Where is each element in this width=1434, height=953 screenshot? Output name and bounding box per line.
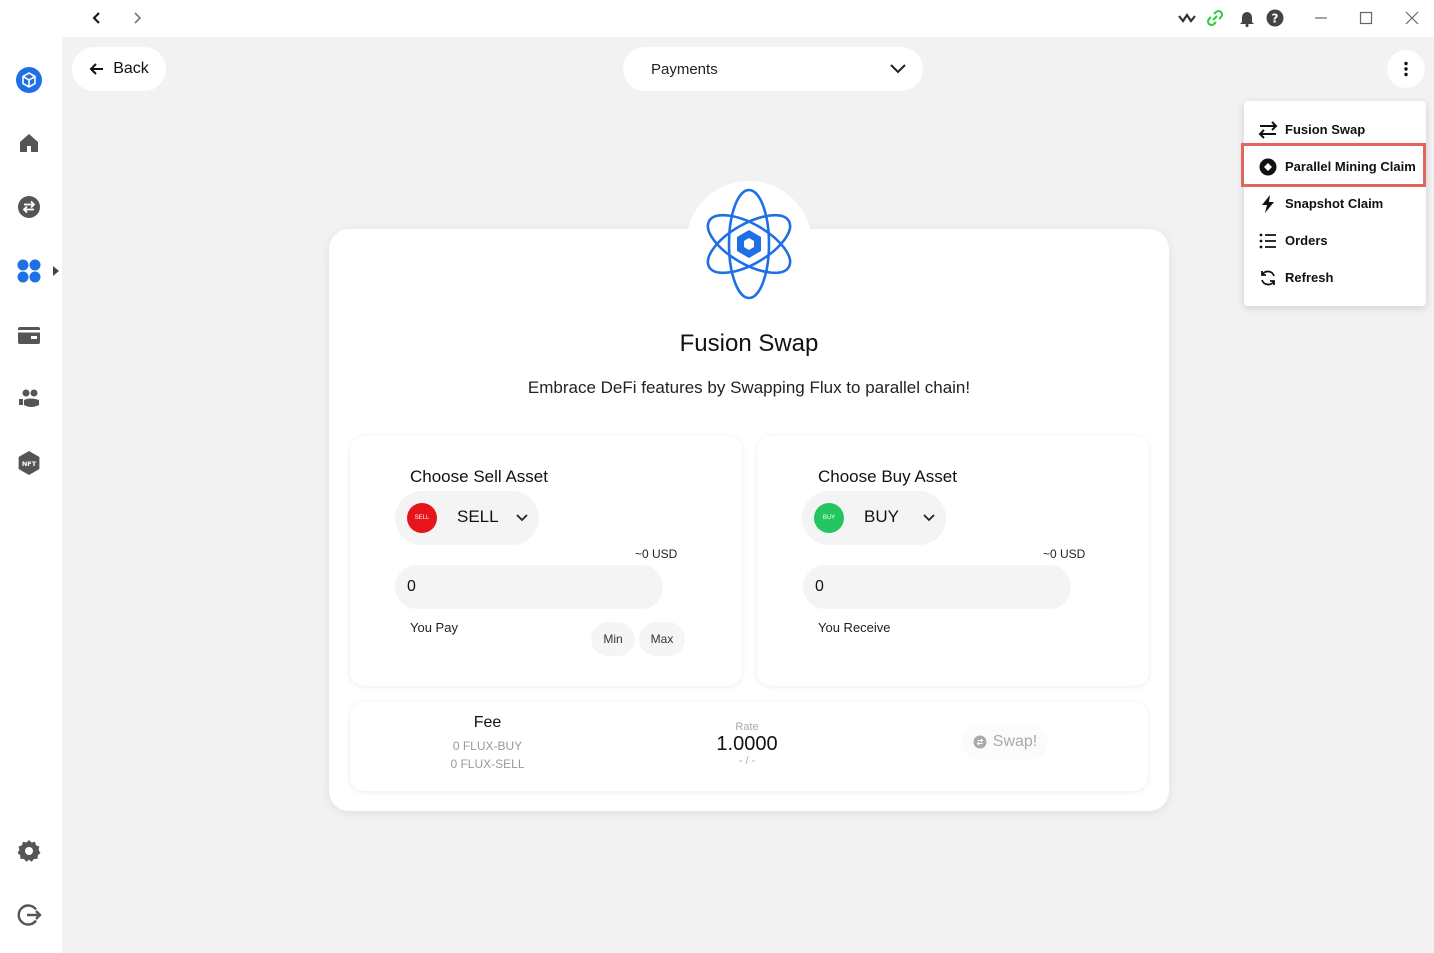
sidebar-item-settings[interactable] xyxy=(13,835,45,867)
category-select[interactable]: Payments xyxy=(623,47,923,91)
fee-sell-value: 0 FLUX-SELL xyxy=(450,757,525,771)
fee-title: Fee xyxy=(473,714,502,731)
you-pay-label: You Pay xyxy=(410,620,458,635)
bell-icon[interactable] xyxy=(1235,6,1259,30)
buy-asset-select[interactable]: BUY BUY xyxy=(802,491,946,545)
chevron-down-icon xyxy=(923,514,935,522)
back-button[interactable]: Back xyxy=(72,47,166,91)
rate-value: 1.0000 xyxy=(716,733,778,755)
menu-item-snapshot-claim[interactable]: Snapshot Claim xyxy=(1244,185,1426,222)
transfer-icon xyxy=(18,196,40,218)
sell-usd-value: ~0 USD xyxy=(635,547,678,561)
menu-item-fusion-swap[interactable]: Fusion Swap xyxy=(1244,111,1426,148)
buy-amount-value: 0 xyxy=(815,578,824,595)
menu-item-label: Snapshot Claim xyxy=(1285,196,1384,211)
more-options-button[interactable] xyxy=(1387,50,1425,88)
sell-asset-badge: SELL xyxy=(407,503,437,533)
fee-buy-value: 0 FLUX-BUY xyxy=(452,739,523,753)
fusion-logo xyxy=(686,181,812,307)
svg-text:NFT: NFT xyxy=(22,460,37,468)
chevron-down-icon xyxy=(516,514,528,522)
category-select-value: Payments xyxy=(651,60,718,78)
chevron-left-icon xyxy=(92,12,100,24)
buy-amount-input[interactable]: 0 xyxy=(803,565,1071,609)
caret-right-icon xyxy=(53,266,59,276)
sidebar-item-dashboard[interactable] xyxy=(13,64,45,96)
nav-forward-button[interactable] xyxy=(123,4,151,32)
nav-back-button[interactable] xyxy=(83,4,111,32)
buy-asset-badge: BUY xyxy=(814,503,844,533)
help-icon[interactable]: ? xyxy=(1263,6,1287,30)
chevron-down-icon xyxy=(890,64,906,74)
rate-sub: - / - xyxy=(738,755,756,767)
sidebar-item-wallet[interactable] xyxy=(13,319,45,351)
close-icon[interactable] xyxy=(1400,6,1424,30)
nft-icon: NFT xyxy=(18,451,40,475)
apps-icon xyxy=(17,259,41,283)
menu-item-label: Refresh xyxy=(1285,270,1334,285)
wave-icon[interactable] xyxy=(1175,6,1199,30)
title-bar: ? xyxy=(0,0,1434,37)
menu-item-label: Fusion Swap xyxy=(1285,122,1366,137)
sidebar-item-transfer[interactable] xyxy=(13,191,45,223)
buy-asset-label: BUY xyxy=(864,507,899,526)
min-button[interactable]: Min xyxy=(591,622,635,656)
page-subtitle: Embrace DeFi features by Swapping Flux t… xyxy=(527,378,971,397)
buy-panel-title: Choose Buy Asset xyxy=(818,467,957,486)
options-menu: Fusion Swap Parallel Mining Claim Snapsh… xyxy=(1244,101,1426,306)
maximize-icon[interactable] xyxy=(1354,6,1378,30)
menu-item-refresh[interactable]: Refresh xyxy=(1244,259,1426,296)
back-label: Back xyxy=(113,60,149,77)
sidebar: NFT xyxy=(0,37,62,953)
disc-icon xyxy=(1258,157,1278,177)
link-icon[interactable] xyxy=(1203,6,1227,30)
menu-item-label: Orders xyxy=(1285,233,1328,248)
arrow-left-icon xyxy=(89,63,104,75)
svg-text:?: ? xyxy=(1272,12,1279,26)
atom-icon xyxy=(706,188,792,300)
sidebar-item-home[interactable] xyxy=(13,127,45,159)
sidebar-item-logout[interactable] xyxy=(13,899,45,931)
cube-icon xyxy=(16,67,42,93)
sidebar-item-community[interactable] xyxy=(13,383,45,415)
you-receive-label: You Receive xyxy=(818,620,891,635)
buy-usd-value: ~0 USD xyxy=(1043,547,1086,561)
rate-label: Rate xyxy=(735,721,759,733)
chevron-right-icon xyxy=(134,12,142,24)
max-button[interactable]: Max xyxy=(639,622,685,656)
sell-amount-value: 0 xyxy=(407,578,416,595)
refresh-icon xyxy=(1258,268,1278,288)
swap-label: Swap! xyxy=(992,733,1038,750)
settings-icon xyxy=(17,840,41,862)
sidebar-item-apps[interactable] xyxy=(13,255,45,287)
swap-button[interactable]: Swap! xyxy=(962,724,1048,760)
swap-arrows-icon xyxy=(1258,120,1278,140)
minimize-icon[interactable] xyxy=(1309,6,1333,30)
page-title: Fusion Swap xyxy=(679,330,819,357)
sell-amount-input[interactable]: 0 xyxy=(395,565,663,609)
menu-item-parallel-mining-claim[interactable]: Parallel Mining Claim xyxy=(1244,148,1426,185)
swap-icon xyxy=(973,735,987,749)
menu-item-orders[interactable]: Orders xyxy=(1244,222,1426,259)
menu-item-label: Parallel Mining Claim xyxy=(1285,159,1416,174)
home-icon xyxy=(20,134,38,152)
bolt-icon xyxy=(1258,194,1278,214)
sidebar-item-nft[interactable]: NFT xyxy=(13,447,45,479)
kebab-menu-icon xyxy=(1404,61,1408,77)
sell-asset-label: SELL xyxy=(457,507,499,526)
list-icon xyxy=(1258,231,1278,251)
wallet-icon xyxy=(18,327,40,344)
sell-panel-title: Choose Sell Asset xyxy=(410,467,548,486)
logout-icon xyxy=(17,904,42,926)
sell-asset-select[interactable]: SELL SELL xyxy=(395,491,539,545)
users-icon xyxy=(19,389,39,407)
